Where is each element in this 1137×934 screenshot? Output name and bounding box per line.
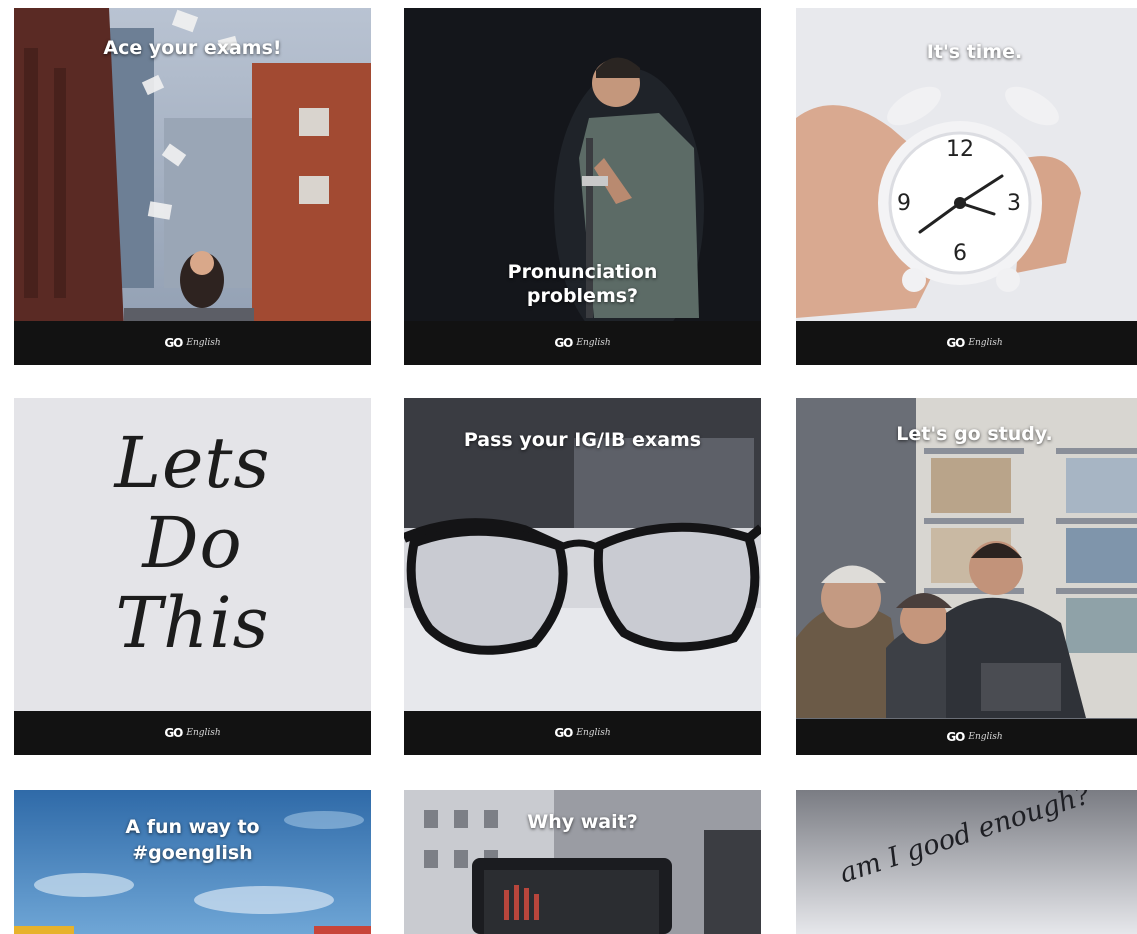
- clock-number: 12: [946, 137, 974, 162]
- logo-mark: GO: [164, 726, 183, 740]
- post-caption: A fun way to #goenglish: [125, 816, 260, 864]
- post-tile-lets-do-this[interactable]: Lets Do This GO English: [14, 398, 371, 755]
- clock-number: 9: [897, 191, 911, 216]
- brand-bar: GO English: [14, 321, 371, 365]
- go-english-logo: GO English: [164, 726, 220, 740]
- logo-word: English: [968, 732, 1003, 742]
- logo-word: English: [968, 338, 1003, 348]
- brand-bar: GO English: [14, 711, 371, 755]
- post-tile-fun-way[interactable]: A fun way to #goenglish: [14, 790, 371, 934]
- brand-bar: GO English: [404, 321, 761, 365]
- friends-studying-photo: [796, 398, 1137, 755]
- post-tile-pronunciation[interactable]: Pronunciation problems? GO English: [404, 8, 761, 365]
- post-grid: Ace your exams! GO English Pronunciation…: [0, 0, 1137, 934]
- logo-word: English: [186, 728, 221, 738]
- logo-mark: GO: [554, 726, 573, 740]
- brand-bar: GO English: [404, 711, 761, 755]
- logo-word: English: [576, 728, 611, 738]
- logo-word: English: [576, 338, 611, 348]
- post-caption: It's time.: [926, 41, 1023, 63]
- go-english-logo: GO English: [554, 336, 610, 350]
- brand-bar: GO English: [796, 321, 1137, 365]
- logo-mark: GO: [554, 336, 573, 350]
- post-tile-pass-exams[interactable]: Pass your IG/IB exams GO English: [404, 398, 761, 755]
- post-tile-good-enough[interactable]: am I good enough?: [796, 790, 1137, 934]
- post-caption: Pass your IG/IB exams: [463, 429, 702, 451]
- go-english-logo: GO English: [946, 336, 1002, 350]
- logo-mark: GO: [946, 336, 965, 350]
- clock-number: 6: [953, 241, 967, 266]
- go-english-logo: GO English: [554, 726, 610, 740]
- logo-mark: GO: [946, 730, 965, 744]
- post-tile-ace-exams[interactable]: Ace your exams! GO English: [14, 8, 371, 365]
- post-caption: Why wait?: [527, 811, 638, 833]
- post-tile-its-time[interactable]: 12 3 6 9 It's time. GO English: [796, 8, 1137, 365]
- clock-number: 3: [1007, 191, 1021, 216]
- post-tile-lets-go-study[interactable]: Let's go study. GO English: [796, 398, 1137, 755]
- handwritten-lettering: Lets Do This: [114, 422, 271, 664]
- go-english-logo: GO English: [946, 730, 1002, 744]
- go-english-logo: GO English: [164, 336, 220, 350]
- city-street-photo: [14, 8, 371, 365]
- post-tile-why-wait[interactable]: Why wait?: [404, 790, 761, 934]
- logo-word: English: [186, 338, 221, 348]
- post-caption: Pronunciation problems?: [507, 261, 658, 307]
- brand-bar: GO English: [796, 719, 1137, 755]
- logo-mark: GO: [164, 336, 183, 350]
- speaker-on-stage-photo: [404, 8, 761, 365]
- post-caption: Ace your exams!: [103, 37, 282, 59]
- post-caption: Let's go study.: [896, 423, 1053, 445]
